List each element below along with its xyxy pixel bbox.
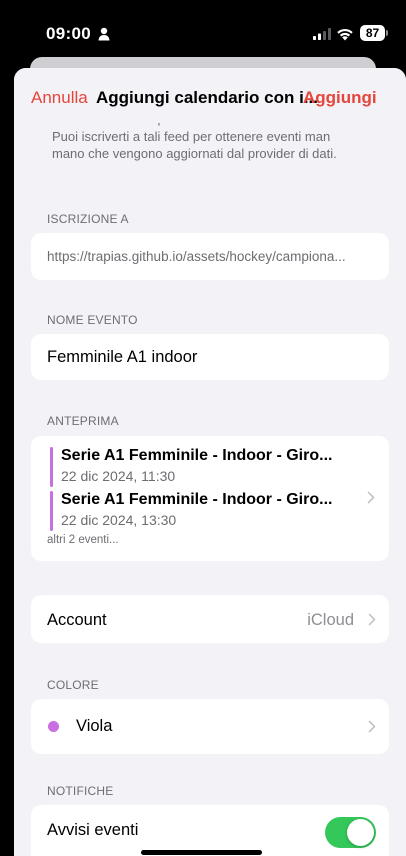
wifi-icon (337, 28, 353, 41)
battery-icon: 87 (360, 25, 385, 41)
event-time: 22 dic 2024, 11:30 (61, 468, 176, 484)
event-alerts-label: Avvisi eventi (47, 821, 139, 839)
account-value: iCloud (307, 611, 354, 629)
add-button[interactable]: Aggiungi (303, 88, 377, 108)
color-swatch (48, 721, 59, 732)
chevron-right-icon (367, 491, 375, 504)
event-title: Serie A1 Femminile - Indoor - Giro... (61, 447, 333, 464)
color-row[interactable]: Viola (31, 699, 389, 754)
event-time: 22 dic 2024, 13:30 (61, 512, 177, 528)
page-title: Aggiungi calendario con i... (96, 88, 318, 107)
event-color-bar (50, 491, 53, 531)
chevron-right-icon (368, 720, 376, 733)
person-icon (98, 27, 110, 41)
more-events-label: altri 2 eventi... (47, 534, 119, 546)
event-name-value: Femminile A1 indoor (47, 348, 198, 366)
home-indicator[interactable] (141, 850, 262, 855)
preview-event-row: Serie A1 Femminile - Indoor - Giro... 22… (47, 491, 357, 531)
cancel-button[interactable]: Annulla (31, 88, 88, 108)
subscription-header: ISCRIZIONE A (47, 212, 129, 226)
navigation-bar: Annulla Aggiungi calendario con i... Agg… (14, 68, 406, 123)
event-title: Serie A1 Femminile - Indoor - Giro... (61, 491, 333, 508)
preview-header: ANTEPRIMA (47, 414, 119, 428)
account-label: Account (47, 611, 107, 629)
account-row[interactable]: Account iCloud (31, 595, 389, 643)
event-color-bar (50, 447, 53, 487)
chevron-right-icon (368, 613, 376, 626)
event-alerts-row: Avvisi eventi (31, 805, 389, 856)
subscription-url: https://trapias.github.io/assets/hockey/… (47, 249, 346, 264)
preview-card[interactable]: Serie A1 Femminile - Indoor - Giro... 22… (31, 436, 389, 561)
toggle-knob (347, 819, 374, 846)
subscription-url-field[interactable]: https://trapias.github.io/assets/hockey/… (31, 233, 389, 280)
battery-tip (386, 30, 388, 36)
add-calendar-sheet: Annulla Aggiungi calendario con i... Agg… (14, 68, 406, 856)
cellular-signal-icon (313, 28, 331, 40)
preview-event-row: Serie A1 Femminile - Indoor - Giro... 22… (47, 447, 357, 487)
intro-line: mano che vengono aggiornati dal provider… (52, 146, 337, 161)
color-header: COLORE (47, 678, 99, 692)
event-name-field[interactable]: Femminile A1 indoor (31, 334, 389, 380)
notifications-header: NOTIFICHE (47, 784, 114, 798)
status-bar: 09:00 87 (0, 0, 406, 60)
event-alerts-toggle[interactable] (325, 817, 376, 848)
color-label: Viola (76, 717, 113, 735)
intro-line: Puoi iscriverti a tali feed per ottenere… (52, 128, 331, 144)
status-time: 09:00 (46, 24, 91, 43)
battery-level: 87 (365, 26, 380, 40)
event-name-header: NOME EVENTO (47, 313, 138, 327)
